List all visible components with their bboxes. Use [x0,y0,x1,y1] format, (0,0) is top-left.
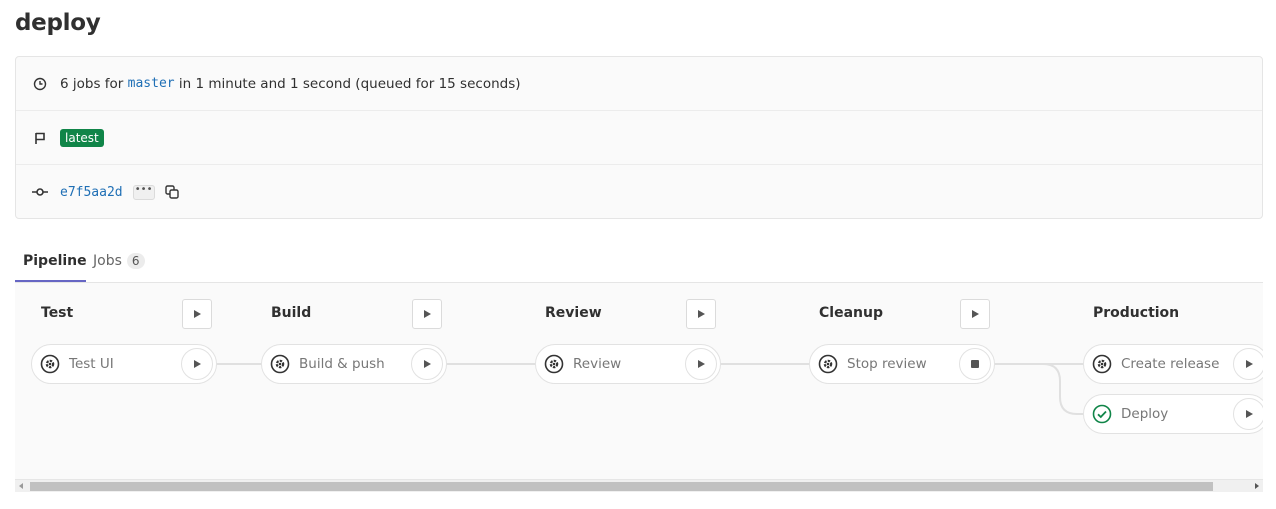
job-build-push-play-button[interactable] [411,348,443,380]
jobs-count-text: 6 jobs for [60,75,124,92]
copy-icon[interactable] [164,184,180,200]
tab-pipeline-label: Pipeline [23,252,87,269]
gear-icon [40,354,60,374]
job-label: Create release [1121,356,1220,372]
pipeline-tabs: Pipeline Jobs 6 [15,238,1263,283]
flag-icon [32,130,48,146]
scroll-left-icon[interactable] [19,483,23,489]
play-icon [1246,360,1253,368]
latest-badge: latest [60,128,104,147]
commit-icon [32,184,48,200]
commit-row: e7f5aa2d ••• [16,165,1262,219]
check-circle-icon [1092,404,1112,424]
gear-icon [270,354,290,374]
play-icon [424,310,431,318]
tab-jobs[interactable]: Jobs 6 [93,238,145,283]
play-icon [698,310,705,318]
job-deploy[interactable]: Deploy [1083,394,1263,434]
job-build-push[interactable]: Build & push [261,344,447,384]
tab-jobs-label: Jobs [93,252,122,269]
scroll-right-icon[interactable] [1255,483,1259,489]
job-review-play-button[interactable] [685,348,717,380]
gear-icon [544,354,564,374]
job-create-release-play-button[interactable] [1233,348,1263,380]
stage-title-build: Build [271,305,312,321]
commit-sha-link[interactable]: e7f5aa2d [60,185,123,200]
job-label: Stop review [847,356,927,372]
job-test-ui[interactable]: Test UI [31,344,217,384]
play-icon [698,360,705,368]
job-deploy-play-button[interactable] [1233,398,1263,430]
stage-title-production: Production [1093,305,1180,321]
play-icon [194,310,201,318]
play-icon [424,360,431,368]
pipeline-graph: Test Test UI Build Build & push Review R… [15,283,1263,479]
play-icon [194,360,201,368]
stage-test-play-button[interactable] [182,299,212,329]
gear-icon [818,354,838,374]
job-stop-review[interactable]: Stop review [809,344,995,384]
stage-title-review: Review [545,305,602,321]
play-icon [972,310,979,318]
pipeline-info-panel: 6 jobs for master in 1 minute and 1 seco… [15,56,1263,219]
job-review[interactable]: Review [535,344,721,384]
stage-cleanup-play-button[interactable] [960,299,990,329]
job-stop-review-stop-button[interactable] [959,348,991,380]
stop-icon [971,360,979,368]
duration-text: in 1 minute and 1 second (queued for 15 … [178,75,521,92]
branch-link[interactable]: master [128,76,175,91]
job-label: Review [573,356,622,372]
active-tab-indicator [15,280,86,282]
tab-pipeline[interactable]: Pipeline [23,238,87,283]
stage-title-cleanup: Cleanup [819,305,883,321]
job-label: Build & push [299,356,385,372]
scrollbar-thumb[interactable] [30,482,1213,491]
play-icon [1246,410,1253,418]
page-title: deploy [15,10,101,36]
jobs-count-badge: 6 [126,252,145,269]
job-create-release[interactable]: Create release [1083,344,1263,384]
horizontal-scrollbar[interactable] [15,479,1263,492]
job-test-ui-play-button[interactable] [181,348,213,380]
pipeline-summary-row: 6 jobs for master in 1 minute and 1 seco… [16,57,1262,111]
stage-review-play-button[interactable] [686,299,716,329]
pipeline-tag-row: latest [16,111,1262,165]
job-label: Deploy [1121,406,1169,422]
job-label: Test UI [69,356,114,372]
stage-title-test: Test [41,305,74,321]
clock-icon [32,76,48,92]
stage-build-play-button[interactable] [412,299,442,329]
expand-commit-button[interactable]: ••• [132,184,155,200]
gear-icon [1092,354,1112,374]
